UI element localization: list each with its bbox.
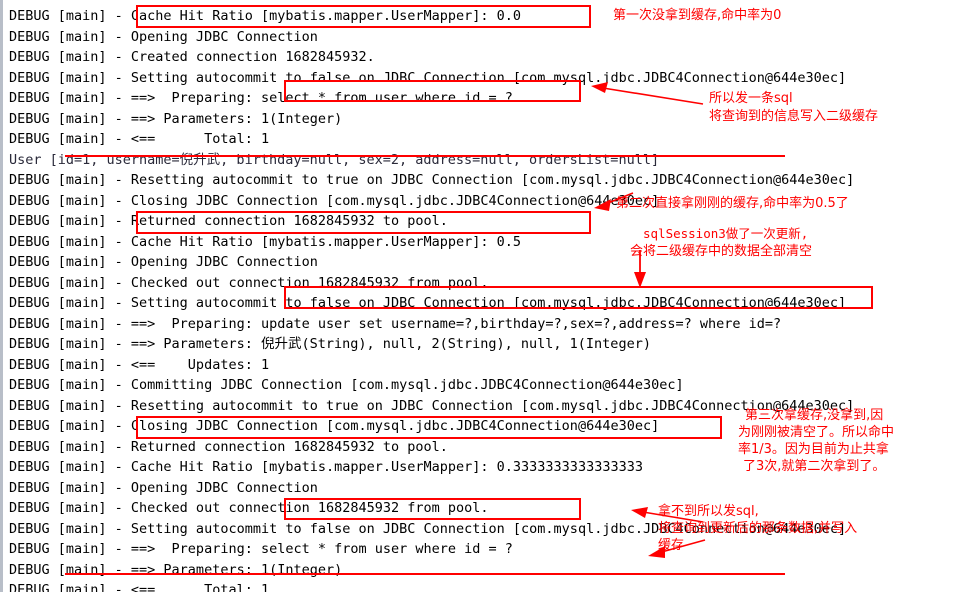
log-line: DEBUG [main] - Setting autocommit to fal… <box>9 295 847 311</box>
arrow-head-note6b <box>648 546 665 558</box>
log-line-user-result: User [id=1, username=倪升武, birthday=null,… <box>9 151 660 168</box>
log-line: DEBUG [main] - Opening JDBC Connection <box>9 479 318 496</box>
log-line: DEBUG [main] - ==> Parameters: 1(Integer… <box>9 110 343 127</box>
log-line: DEBUG [main] - Checked out connection 16… <box>9 274 489 291</box>
arrow-line-note2 <box>602 87 704 105</box>
console-log-panel[interactable]: DEBUG [main] - Cache Hit Ratio [mybatis.… <box>0 0 961 592</box>
log-line: DEBUG [main] - <== Updates: 1 <box>9 356 270 373</box>
annotation-note-1: 第一次没拿到缓存,命中率为0 <box>613 8 782 23</box>
log-line: DEBUG [main] - Cache Hit Ratio [mybatis.… <box>9 8 522 24</box>
log-line: DEBUG [main] - Resetting autocommit to t… <box>9 172 855 188</box>
log-line: DEBUG [main] - Setting autocommit to fal… <box>9 69 847 86</box>
arrow-head-note6a <box>631 507 648 518</box>
log-line: DEBUG [main] - ==> Preparing: select * f… <box>9 90 522 106</box>
log-line: DEBUG [main] - <== Total: 1 <box>9 131 270 147</box>
log-line: DEBUG [main] - ==> Preparing: update use… <box>9 315 782 332</box>
log-line: DEBUG [main] - Opening JDBC Connection <box>9 28 318 45</box>
annotation-note-6-line-3: 缓存 <box>658 538 685 553</box>
arrow-line-note6b <box>657 539 706 554</box>
annotation-note-6-line-1: 拿不到所以发sql, <box>658 504 759 519</box>
annotation-note-5-line-2: 为刚刚被清空了。所以命中 <box>738 425 895 440</box>
log-line: DEBUG [main] - ==> Preparing: select * f… <box>9 541 522 557</box>
log-line: DEBUG [main] - Opening JDBC Connection <box>9 254 318 270</box>
annotation-note-2-line-1: 所以发一条sql <box>709 91 793 106</box>
log-line: DEBUG [main] - Closing JDBC Connection [… <box>9 418 660 434</box>
log-line: DEBUG [main] - Resetting autocommit to t… <box>9 397 855 414</box>
annotation-note-4-line-1: sqlSession3做了一次更新, <box>643 226 809 241</box>
annotation-note-5-line-4: 了3次,就第二次拿到了。 <box>743 459 886 474</box>
log-line: DEBUG [main] - Returned connection 16828… <box>9 213 448 229</box>
log-line: DEBUG [main] - Created connection 168284… <box>9 49 375 65</box>
log-line: DEBUG [main] - Setting autocommit to fal… <box>9 520 847 537</box>
log-line: DEBUG [main] - Closing JDBC Connection [… <box>9 192 660 209</box>
arrow-head-note4 <box>634 272 646 288</box>
log-line: DEBUG [main] - Cache Hit Ratio [mybatis.… <box>9 459 643 475</box>
log-line: DEBUG [main] - Returned connection 16828… <box>9 438 448 455</box>
log-line: DEBUG [main] - Cache Hit Ratio [mybatis.… <box>9 233 522 250</box>
annotation-note-2-line-2: 将查询到的信息写入二级缓存 <box>709 109 879 124</box>
annotation-note-4-line-2: 会将二级缓存中的数据全部清空 <box>630 244 813 259</box>
log-line: DEBUG [main] - Committing JDBC Connectio… <box>9 377 684 393</box>
log-line: DEBUG [main] - ==> Parameters: 1(Integer… <box>9 561 343 578</box>
log-line: DEBUG [main] - <== Total: 1 <box>9 582 270 592</box>
annotation-note-5-line-3: 率1/3。因为目前为止共拿 <box>738 442 889 457</box>
log-line: DEBUG [main] - ==> Parameters: 倪升武(Strin… <box>9 336 651 352</box>
log-line: DEBUG [main] - Checked out connection 16… <box>9 500 489 516</box>
